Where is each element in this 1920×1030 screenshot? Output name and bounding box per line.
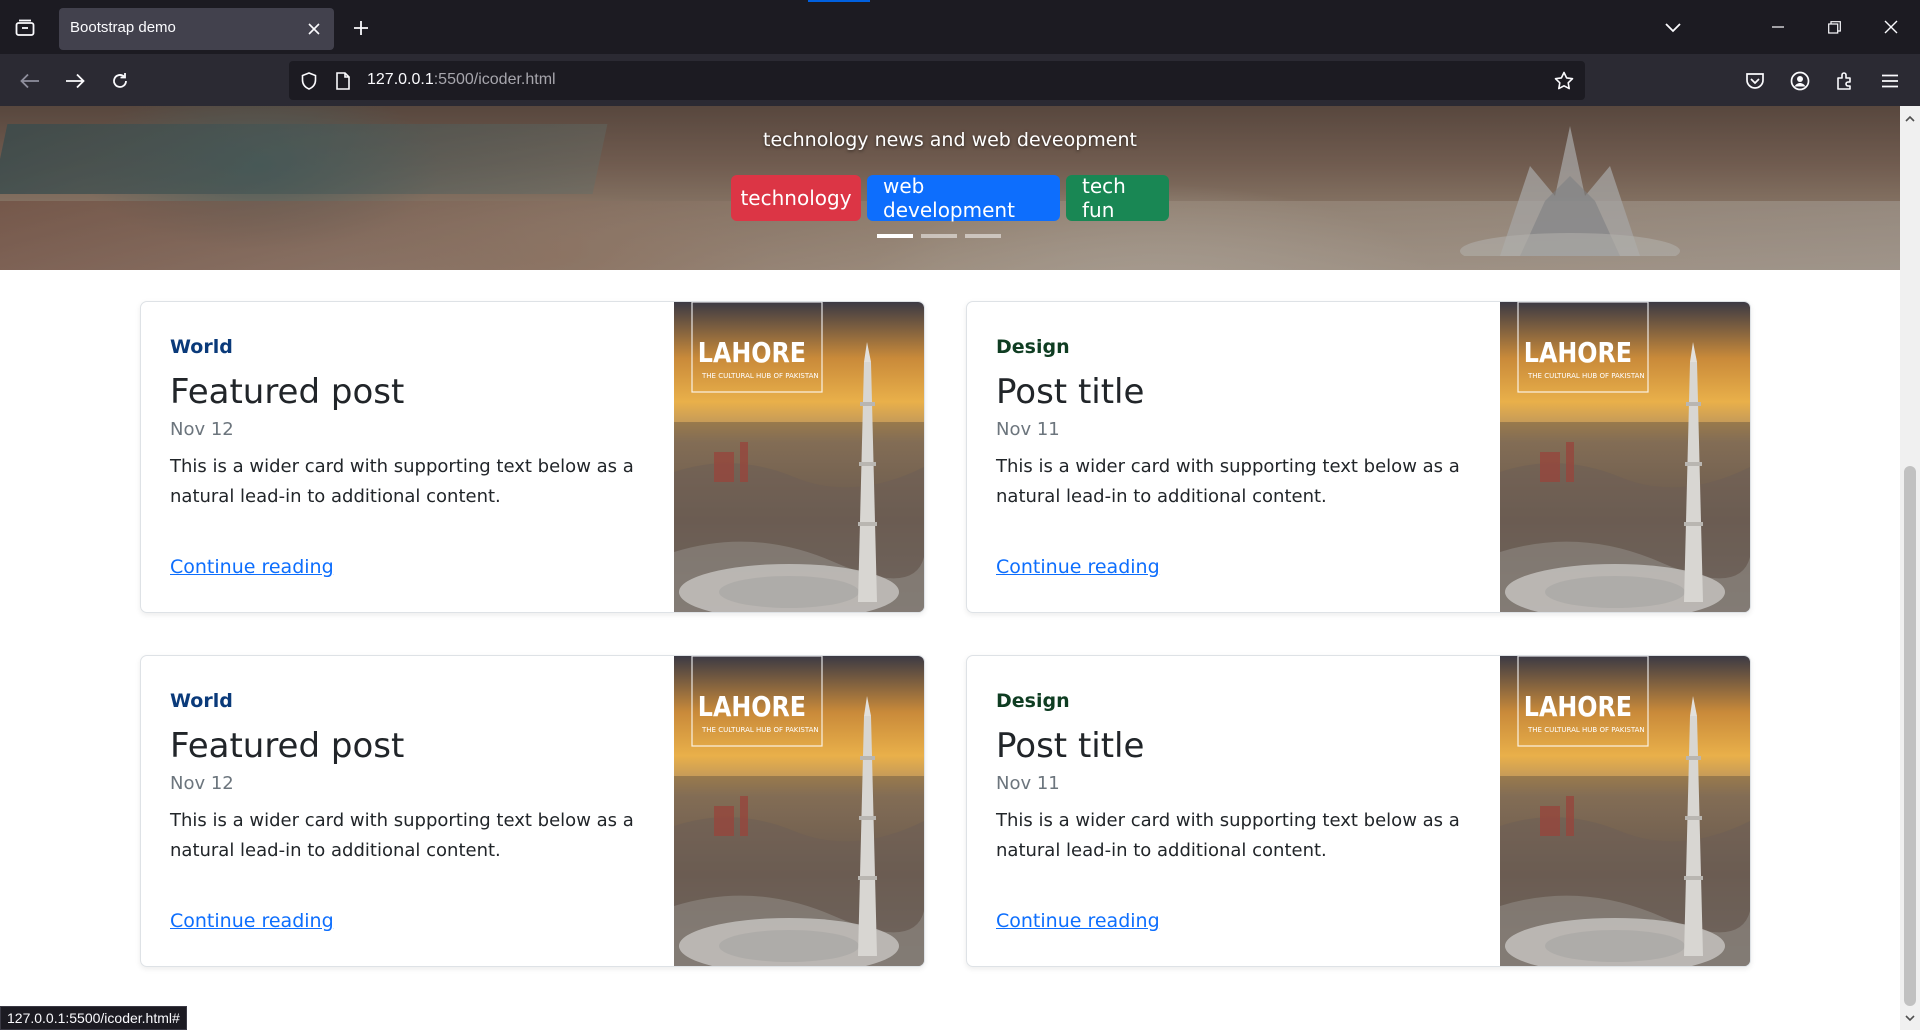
- tab-bar: Bootstrap demo: [0, 0, 1920, 54]
- lahore-poster-image: LAHORE THE CULTURAL HUB OF PAKISTAN: [674, 302, 924, 612]
- forward-icon[interactable]: [58, 64, 92, 98]
- post-card: World Featured post Nov 12 This is a wid…: [140, 301, 925, 613]
- card-title: Post title: [996, 726, 1145, 766]
- post-card: Design Post title Nov 11 This is a wider…: [966, 301, 1751, 613]
- back-icon[interactable]: [13, 64, 47, 98]
- navigation-bar: 127.0.0.1:5500/icoder.html: [0, 54, 1920, 106]
- post-card: Design Post title Nov 11 This is a wider…: [966, 655, 1751, 967]
- tech-fun-button[interactable]: tech fun: [1066, 174, 1169, 222]
- card-text: This is a wider card with supporting tex…: [996, 810, 1460, 861]
- url-path: :5500/icoder.html: [433, 71, 556, 88]
- post-card: World Featured post Nov 12 This is a wid…: [140, 655, 925, 967]
- url-host: 127.0.0.1: [367, 71, 434, 88]
- poster-subtitle: THE CULTURAL HUB OF PAKISTAN: [701, 372, 819, 380]
- continue-reading-link[interactable]: Continue reading: [170, 556, 334, 578]
- card-title: Post title: [996, 372, 1145, 412]
- browser-tab[interactable]: Bootstrap demo: [59, 8, 334, 50]
- star-icon[interactable]: [1551, 68, 1577, 94]
- hero-buttons: technology web development tech fun: [0, 174, 1900, 222]
- carousel-indicator-1[interactable]: [877, 234, 913, 238]
- web-development-button[interactable]: web development: [867, 174, 1060, 222]
- page-icon[interactable]: [331, 69, 355, 93]
- scroll-up-icon[interactable]: [1900, 110, 1920, 126]
- lahore-poster-image: LAHORE THE CULTURAL HUB OF PAKISTAN: [1500, 656, 1750, 966]
- carousel-indicator-2[interactable]: [921, 234, 957, 238]
- plus-icon[interactable]: [347, 14, 375, 42]
- card-date: Nov 11: [996, 773, 1060, 794]
- shield-icon[interactable]: [297, 69, 321, 93]
- close-icon[interactable]: [304, 19, 324, 39]
- card-category: World: [170, 690, 233, 712]
- extensions-icon[interactable]: [1828, 64, 1862, 98]
- lahore-poster-image: LAHORE THE CULTURAL HUB OF PAKISTAN: [1500, 302, 1750, 612]
- card-image: LAHORE THE CULTURAL HUB OF PAKISTAN: [1500, 302, 1750, 612]
- hero-subtitle: technology news and web deveopment: [763, 129, 1137, 151]
- scrollbar[interactable]: [1900, 106, 1920, 1030]
- card-category: Design: [996, 336, 1070, 358]
- poster-title: LAHORE: [1524, 691, 1632, 723]
- restore-icon[interactable]: [1818, 12, 1850, 42]
- card-category: Design: [996, 690, 1070, 712]
- poster-subtitle: THE CULTURAL HUB OF PAKISTAN: [1527, 726, 1645, 734]
- page-viewport: technology news and web deveopment techn…: [0, 106, 1900, 1030]
- pocket-icon[interactable]: [1738, 64, 1772, 98]
- card-image: LAHORE THE CULTURAL HUB OF PAKISTAN: [1500, 656, 1750, 966]
- poster-subtitle: THE CULTURAL HUB OF PAKISTAN: [1527, 372, 1645, 380]
- address-bar[interactable]: 127.0.0.1:5500/icoder.html: [289, 61, 1585, 100]
- poster-title: LAHORE: [1524, 337, 1632, 369]
- tab-title: Bootstrap demo: [70, 19, 176, 36]
- card-text: This is a wider card with supporting tex…: [996, 456, 1460, 507]
- status-url: 127.0.0.1:5500/icoder.html#: [0, 1006, 187, 1030]
- carousel-indicators: [877, 234, 1001, 238]
- account-icon[interactable]: [1783, 64, 1817, 98]
- scrollbar-thumb[interactable]: [1904, 466, 1916, 1006]
- card-date: Nov 12: [170, 773, 234, 794]
- card-title: Featured post: [170, 726, 405, 766]
- card-text: This is a wider card with supporting tex…: [170, 810, 634, 861]
- card-image: LAHORE THE CULTURAL HUB OF PAKISTAN: [674, 656, 924, 966]
- card-date: Nov 11: [996, 419, 1060, 440]
- url-text[interactable]: 127.0.0.1:5500/icoder.html: [367, 71, 556, 89]
- carousel-indicator-3[interactable]: [965, 234, 1001, 238]
- card-date: Nov 12: [170, 419, 234, 440]
- card-image: LAHORE THE CULTURAL HUB OF PAKISTAN: [674, 302, 924, 612]
- close-window-icon[interactable]: [1875, 12, 1907, 42]
- poster-subtitle: THE CULTURAL HUB OF PAKISTAN: [701, 726, 819, 734]
- technology-button[interactable]: technology: [731, 175, 861, 221]
- hero-carousel: technology news and web deveopment techn…: [0, 106, 1900, 270]
- card-title: Featured post: [170, 372, 405, 412]
- poster-title: LAHORE: [698, 691, 806, 723]
- menu-icon[interactable]: [1873, 64, 1907, 98]
- poster-title: LAHORE: [698, 337, 806, 369]
- chevron-down-icon[interactable]: [1659, 15, 1687, 41]
- continue-reading-link[interactable]: Continue reading: [996, 910, 1160, 932]
- continue-reading-link[interactable]: Continue reading: [996, 556, 1160, 578]
- tab-list-icon[interactable]: [10, 14, 40, 42]
- lahore-poster-image: LAHORE THE CULTURAL HUB OF PAKISTAN: [674, 656, 924, 966]
- minimize-icon[interactable]: [1762, 12, 1794, 42]
- reload-icon[interactable]: [103, 64, 137, 98]
- scroll-down-icon[interactable]: [1900, 1010, 1920, 1026]
- continue-reading-link[interactable]: Continue reading: [170, 910, 334, 932]
- tab-progress-indicator: [808, 0, 870, 2]
- card-text: This is a wider card with supporting tex…: [170, 456, 634, 507]
- card-category: World: [170, 336, 233, 358]
